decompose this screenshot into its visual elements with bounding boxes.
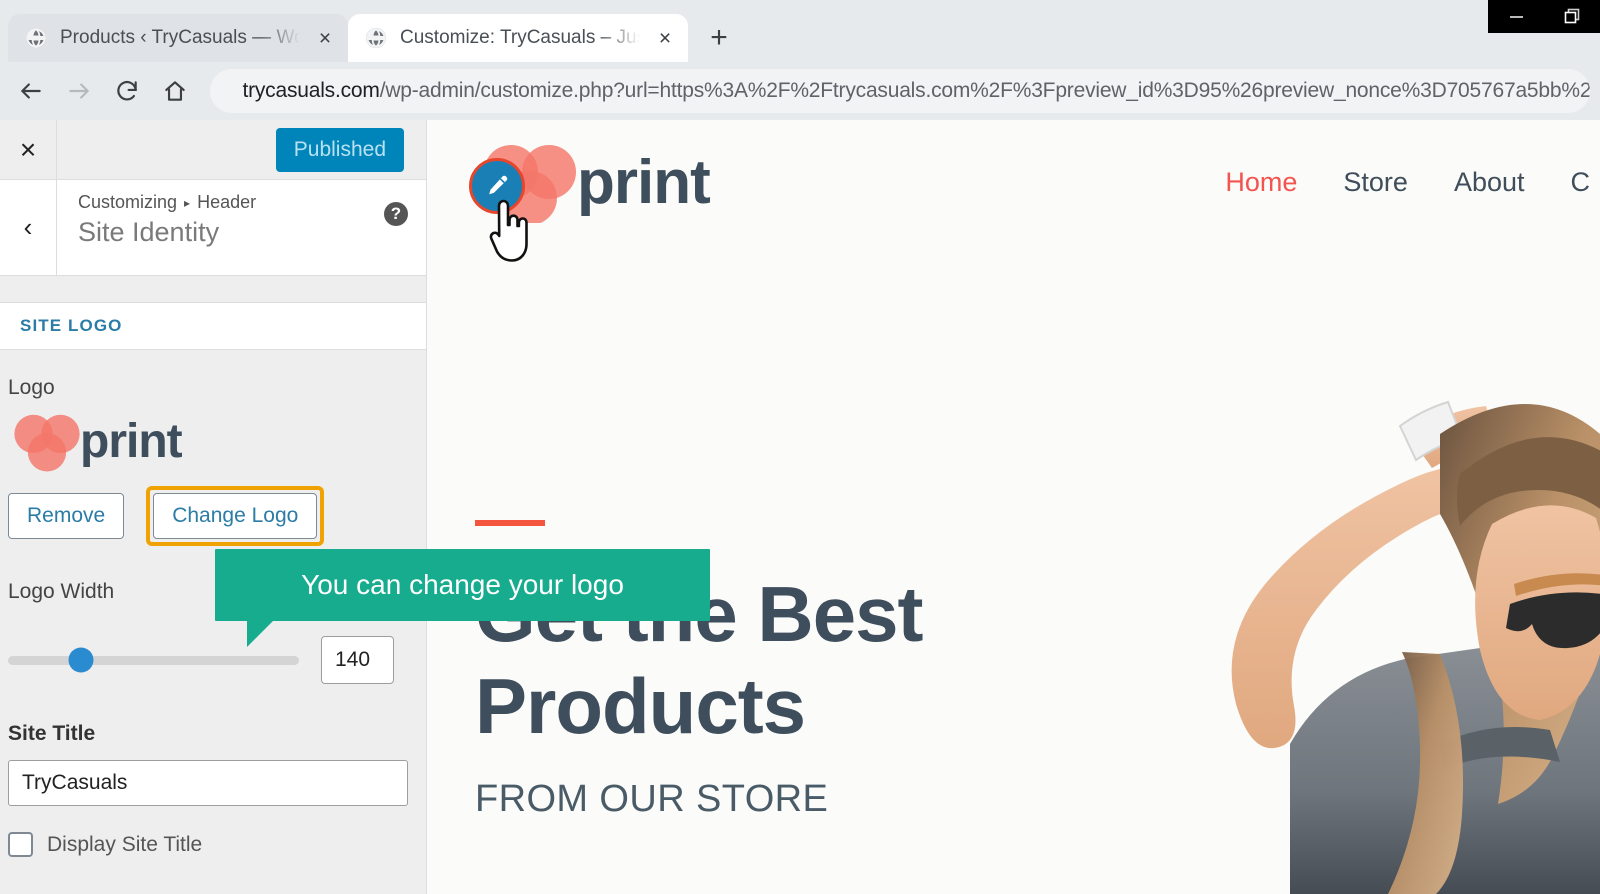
pencil-icon <box>489 175 508 195</box>
logo-control-label: Logo <box>8 376 55 399</box>
breadcrumb: Customizing ▸ Header <box>78 192 426 213</box>
arrow-left-icon <box>21 83 41 99</box>
page-title: Site Identity <box>78 217 220 247</box>
globe-icon <box>366 28 386 48</box>
logo-width-slider[interactable] <box>8 647 299 673</box>
display-site-title-row[interactable]: Display Site Title <box>8 832 406 857</box>
home-button[interactable] <box>154 69 196 113</box>
url-host: trycasuals.com <box>242 79 380 102</box>
reload-button[interactable] <box>106 69 148 113</box>
customizer-sidebar: × Published ‹ Customizing ▸ Header Site … <box>0 119 427 894</box>
breadcrumb-current: Header <box>197 192 257 212</box>
logo-change-callout: You can change your logo <box>215 549 710 647</box>
publish-button[interactable]: Published <box>275 127 404 172</box>
change-logo-button[interactable]: Change Logo <box>153 493 318 539</box>
logo-width-slider-row: 140 <box>8 636 406 684</box>
customizer-panel-header: ‹ Customizing ▸ Header Site Identity ? <box>0 180 426 276</box>
page-stage: print Home Store About C Best Products F… <box>0 119 1600 894</box>
site-preview: print Home Store About C Best Products F… <box>427 120 1600 894</box>
breadcrumb-separator-icon: ▸ <box>184 195 191 210</box>
window-controls <box>1488 0 1600 33</box>
logo-button-row: Remove Change Logo <box>8 486 406 546</box>
hand-cursor <box>489 199 528 262</box>
hero-model-photo <box>1140 274 1600 894</box>
close-customizer-button[interactable]: × <box>0 119 57 180</box>
customizer-section-gap <box>0 276 426 302</box>
remove-logo-button[interactable]: Remove <box>8 493 125 539</box>
back-to-previous-panel-button[interactable]: ‹ <box>0 180 57 275</box>
arrow-right-icon <box>69 83 89 99</box>
url-path: /wp-admin/customize.php?url=https%3A%2F%… <box>379 79 1590 102</box>
logo-width-label: Logo Width <box>8 580 115 603</box>
tab-close-button[interactable]: × <box>312 25 338 51</box>
browser-tab-0[interactable]: Products ‹ TryCasuals — WordPre × <box>8 14 348 62</box>
logo-width-value[interactable]: 140 <box>321 636 394 684</box>
logo-circles-icon <box>14 414 80 472</box>
display-site-title-label: Display Site Title <box>47 832 203 856</box>
nav-item-home[interactable]: Home <box>1225 167 1297 198</box>
browser-window: Products ‹ TryCasuals — WordPre × Custom… <box>0 0 1600 894</box>
new-tab-button[interactable]: + <box>696 15 742 61</box>
customizer-panel-titles: Customizing ▸ Header Site Identity ? <box>57 180 426 275</box>
site-title-label: Site Title <box>8 722 96 745</box>
customizer-header-actions: Published <box>57 127 426 172</box>
globe-icon <box>26 28 46 48</box>
hero-subheading: FROM OUR STORE <box>475 778 829 821</box>
display-site-title-checkbox[interactable] <box>8 832 33 857</box>
hero-accent-rule <box>475 520 545 526</box>
tab-strip: Products ‹ TryCasuals — WordPre × Custom… <box>0 0 1600 62</box>
section-title-site-logo: SITE LOGO <box>0 302 426 350</box>
address-bar-text: trycasuals.com/wp-admin/customize.php?ur… <box>242 79 1590 103</box>
tab-close-button[interactable]: × <box>652 25 678 51</box>
nav-item-about[interactable]: About <box>1454 167 1525 198</box>
minimize-button[interactable] <box>1500 0 1532 33</box>
callout-text: You can change your logo <box>301 569 624 600</box>
logo-preview-wordmark: print <box>80 414 183 468</box>
change-logo-focus-ring: Change Logo <box>146 486 325 546</box>
omnibox-toolbar: trycasuals.com/wp-admin/customize.php?ur… <box>0 62 1600 120</box>
logo-preview: print <box>8 410 406 472</box>
tab-title: Customize: TryCasuals – Just anot <box>400 27 640 48</box>
tab-title: Products ‹ TryCasuals — WordPre <box>60 27 300 48</box>
home-icon <box>165 81 186 101</box>
hero-heading-line-2: Products <box>475 662 806 751</box>
restore-button[interactable] <box>1556 0 1588 33</box>
customizer-header: × Published <box>0 119 426 180</box>
nav-item-contact[interactable]: C <box>1571 167 1591 198</box>
address-bar[interactable]: trycasuals.com/wp-admin/customize.php?ur… <box>210 69 1590 113</box>
help-icon[interactable]: ? <box>384 202 408 226</box>
forward-button[interactable] <box>58 69 100 113</box>
site-header: print Home Store About C <box>427 120 1600 262</box>
minimize-icon <box>1509 15 1523 18</box>
site-title-input[interactable] <box>8 760 408 806</box>
back-button[interactable] <box>10 69 52 113</box>
browser-tab-1[interactable]: Customize: TryCasuals – Just anot × <box>348 14 688 62</box>
site-logo-wordmark: print <box>577 147 711 217</box>
reload-icon <box>117 81 138 101</box>
slider-thumb[interactable] <box>68 647 94 673</box>
site-navigation: Home Store About C <box>1225 120 1600 244</box>
breadcrumb-root: Customizing <box>78 192 178 212</box>
restore-icon <box>1564 8 1579 24</box>
nav-item-store[interactable]: Store <box>1343 167 1408 198</box>
